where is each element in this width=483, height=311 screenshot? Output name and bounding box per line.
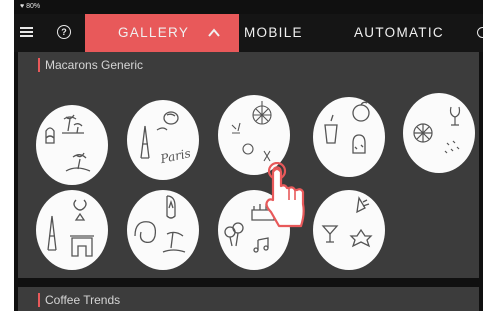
chevron-up-icon — [208, 28, 220, 37]
status-bar: ♥ 80% — [14, 0, 483, 14]
section-macarons-generic: Macarons Generic Paris — [18, 52, 479, 278]
design-cocktail[interactable] — [313, 190, 385, 270]
battery-level: 80% — [26, 3, 41, 10]
design-celebration[interactable] — [403, 93, 475, 173]
tab-automatic[interactable]: AUTOMATIC — [354, 14, 444, 52]
top-navigation: ? GALLERY MOBILE AUTOMATIC — [14, 14, 483, 52]
paris-icon: Paris — [140, 111, 192, 166]
section-title: Macarons Generic — [38, 58, 143, 72]
cocktail-icon — [321, 196, 373, 248]
tab-mobile[interactable]: MOBILE — [244, 14, 303, 52]
section-title: Coffee Trends — [38, 293, 120, 307]
beach-icon — [134, 195, 186, 253]
tab-automatic-label: AUTOMATIC — [354, 25, 444, 40]
search-icon[interactable] — [477, 27, 483, 38]
eiffel-arc-icon — [47, 199, 94, 257]
design-paris-monuments[interactable] — [36, 190, 108, 270]
disco-ball-icon — [231, 101, 272, 162]
design-birthday[interactable] — [218, 190, 290, 270]
birthday-icon — [224, 204, 275, 253]
battery-indicator: ♥ 80% — [20, 3, 41, 10]
app-screen: ♥ 80% ? GALLERY MOBILE AUTOMATIC Macaron… — [14, 0, 483, 311]
tab-gallery-label: GALLERY — [118, 25, 190, 40]
design-tropical-drink[interactable] — [313, 97, 385, 177]
celebration-icon — [413, 106, 461, 154]
tab-mobile-label: MOBILE — [244, 25, 303, 40]
design-travel[interactable] — [36, 105, 108, 185]
design-beach[interactable] — [127, 190, 199, 270]
tab-gallery[interactable]: GALLERY — [85, 14, 239, 52]
travel-icon — [45, 114, 91, 172]
menu-icon[interactable] — [20, 25, 33, 39]
tropical-drink-icon — [324, 101, 370, 154]
svg-text:Paris: Paris — [158, 146, 192, 166]
help-icon[interactable]: ? — [57, 25, 71, 39]
section-coffee-trends: Coffee Trends — [18, 287, 479, 311]
design-paris[interactable]: Paris — [127, 100, 199, 180]
design-disco-party[interactable] — [218, 95, 290, 175]
